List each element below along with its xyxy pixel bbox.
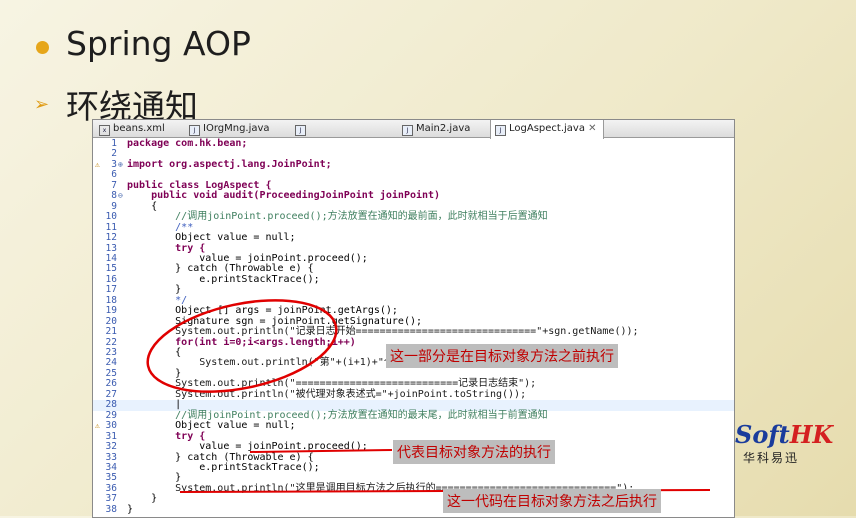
highlight-circle bbox=[146, 299, 338, 393]
annotation-before: 这一部分是在目标对象方法之前执行 bbox=[386, 344, 618, 368]
softhk-logo: SoftHK 华科易迅 bbox=[735, 420, 834, 465]
underline-proceed bbox=[249, 449, 393, 453]
annotation-target: 代表目标对象方法的执行 bbox=[393, 440, 555, 464]
annotation-after: 这一代码在目标对象方法之后执行 bbox=[443, 489, 661, 513]
annotation-overlay bbox=[146, 299, 711, 493]
